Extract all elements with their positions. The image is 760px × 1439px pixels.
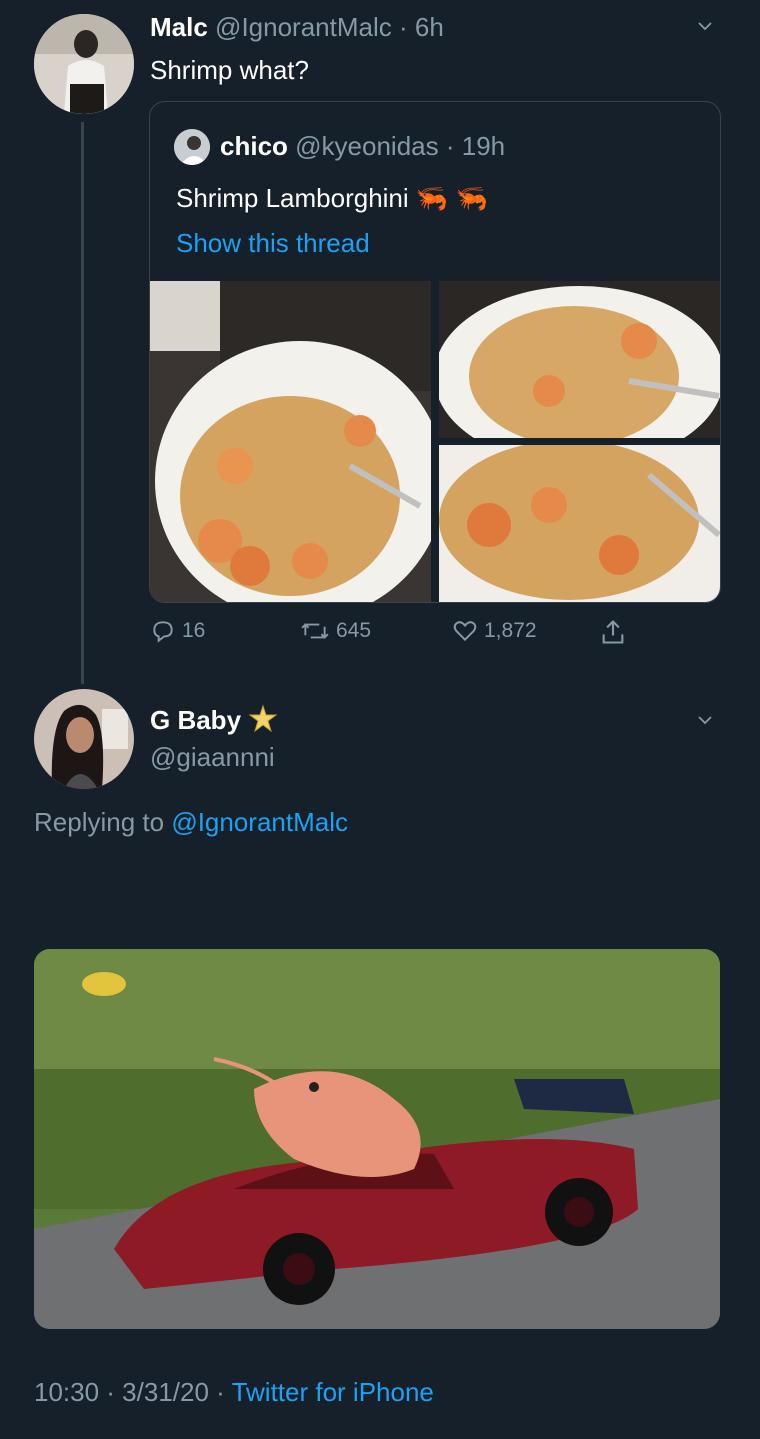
quote-text: Shrimp Lamborghini bbox=[176, 183, 409, 213]
quote-tweet-card[interactable]: chico @kyeonidas · 19h Shrimp Lamborghin… bbox=[149, 101, 721, 603]
replying-to-line: Replying to @IgnorantMalc bbox=[34, 807, 348, 838]
heart-icon bbox=[453, 621, 477, 642]
reply-action[interactable]: 16 bbox=[150, 618, 205, 644]
author-name[interactable]: Malc bbox=[150, 12, 208, 42]
chico-avatar bbox=[174, 129, 210, 165]
reply-more-options-icon[interactable] bbox=[697, 712, 713, 733]
share-action[interactable] bbox=[599, 618, 627, 646]
gbaby-avatar[interactable] bbox=[34, 689, 134, 789]
retweet-action[interactable]: 645 bbox=[300, 618, 371, 644]
quote-text-line: Shrimp Lamborghini 🦐 🦐 bbox=[176, 183, 488, 214]
chevron-down-icon bbox=[698, 716, 712, 725]
pasta-photo-bottom-right[interactable] bbox=[439, 445, 720, 602]
pasta-photo-top-right[interactable] bbox=[439, 281, 720, 438]
reply-header: G Baby bbox=[150, 704, 278, 736]
quote-author-handle: @kyeonidas bbox=[295, 131, 439, 161]
replying-to-handle[interactable]: @IgnorantMalc bbox=[171, 807, 348, 837]
like-action[interactable]: 1,872 bbox=[452, 618, 537, 644]
chevron-down-icon bbox=[698, 22, 712, 31]
share-icon bbox=[602, 620, 624, 644]
tweet-header: Malc @IgnorantMalc · 6h bbox=[150, 12, 444, 43]
malc-avatar[interactable] bbox=[34, 14, 134, 114]
retweet-icon bbox=[301, 623, 329, 639]
reply-icon bbox=[153, 621, 173, 643]
shrimp-emoji: 🦐 🦐 bbox=[415, 183, 488, 213]
quote-author-name: chico bbox=[220, 131, 288, 161]
show-thread-link[interactable]: Show this thread bbox=[176, 228, 370, 259]
more-options-icon[interactable] bbox=[697, 18, 713, 39]
pasta-photo-main[interactable] bbox=[150, 281, 431, 602]
quote-time: · 19h bbox=[445, 131, 506, 161]
star-badge-icon bbox=[248, 704, 278, 733]
shrimp-car-image[interactable] bbox=[34, 949, 720, 1329]
timestamp-line: 10:30 · 3/31/20 · Twitter for iPhone bbox=[34, 1377, 434, 1408]
tweet-timestamp[interactable]: 10:30 · 3/31/20 · bbox=[34, 1377, 225, 1407]
tweet-time[interactable]: · 6h bbox=[399, 12, 444, 42]
replying-to-label: Replying to bbox=[34, 807, 165, 837]
quote-header: chico @kyeonidas · 19h bbox=[220, 131, 505, 162]
tweet-source[interactable]: Twitter for iPhone bbox=[232, 1377, 434, 1407]
reply-author-name[interactable]: G Baby bbox=[150, 705, 241, 735]
like-count: 1,872 bbox=[484, 619, 537, 642]
reply-author-handle[interactable]: @giaannni bbox=[150, 742, 275, 773]
retweet-count: 645 bbox=[336, 619, 372, 642]
author-handle[interactable]: @IgnorantMalc bbox=[215, 12, 392, 42]
thread-line bbox=[81, 122, 84, 684]
tweet-text: Shrimp what? bbox=[150, 55, 309, 85]
reply-count: 16 bbox=[182, 619, 206, 642]
